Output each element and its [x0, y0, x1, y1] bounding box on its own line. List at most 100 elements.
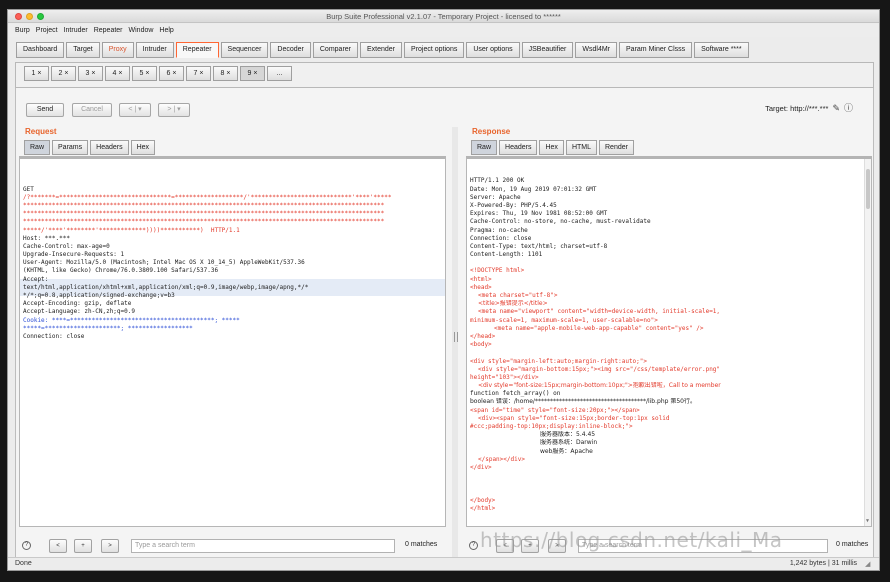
menu-window[interactable]: Window [129, 24, 154, 37]
response-line: <div style="font-size:15px;margin-bottom… [478, 382, 721, 390]
response-line [470, 259, 868, 267]
request-line: Host: ***.*** [23, 234, 70, 242]
repeater-tab-label: 5 [139, 70, 144, 77]
response-heading: Response [472, 127, 511, 136]
response-line: <body> [470, 341, 492, 349]
cancel-button[interactable]: Cancel [72, 103, 112, 117]
repeater-tab-label: 6 [166, 70, 171, 77]
menu-burp[interactable]: Burp [15, 24, 30, 37]
request-text: GET/?*******=***************************… [23, 186, 442, 342]
response-line [470, 472, 868, 480]
response-line: 服务器系统：Darwin [540, 439, 598, 447]
tab-project-options[interactable]: Project options [404, 42, 465, 58]
response-line: web服务：Apache [540, 447, 593, 455]
repeater-tab-7[interactable]: 7 × [186, 66, 211, 81]
response-tab-render[interactable]: Render [599, 140, 634, 155]
request-editor[interactable]: GET/?*******=***************************… [19, 156, 446, 527]
menu-bar: Burp Project Intruder Repeater Window He… [8, 24, 879, 37]
request-line: Accept: [23, 275, 49, 283]
repeater-tab-label: 1 [31, 70, 36, 77]
repeater-tab-8[interactable]: 8 × [213, 66, 238, 81]
response-scrollbar[interactable]: ▼ [864, 159, 871, 526]
repeater-tab-3[interactable]: 3 × [78, 66, 103, 81]
menu-project[interactable]: Project [36, 24, 58, 37]
response-line: <title>报错提示</title> [478, 300, 548, 308]
forward-button[interactable]: > | ▾ [158, 103, 190, 117]
tab-intruder[interactable]: Intruder [135, 42, 174, 58]
response-line: height="103"></div> [470, 373, 539, 381]
tab-sequencer[interactable]: Sequencer [220, 42, 269, 58]
response-view-tabs: Raw Headers Hex HTML Render [466, 140, 872, 155]
response-line: Connection: close [470, 234, 532, 242]
tab-proxy[interactable]: Proxy [101, 42, 134, 58]
help-icon[interactable]: ? [22, 541, 31, 550]
resize-grip-icon[interactable]: ◢ [865, 560, 875, 569]
scrollbar-thumb[interactable] [866, 169, 870, 209]
repeater-tab-5[interactable]: 5 × [132, 66, 157, 81]
tab-user-options[interactable]: User options [466, 42, 520, 58]
tab-repeater[interactable]: Repeater [175, 42, 219, 58]
response-line: Content-Length: 1101 [470, 251, 543, 259]
response-line: <head> [470, 283, 492, 291]
tab-target[interactable]: Target [66, 42, 100, 58]
request-line: Connection: close [23, 332, 85, 340]
request-heading: Request [25, 127, 57, 136]
response-pane: Response Raw Headers Hex HTML Render HTT… [466, 127, 872, 558]
request-tab-hex[interactable]: Hex [130, 140, 156, 155]
help-icon[interactable]: ⓘ [844, 104, 853, 113]
response-tab-raw[interactable]: Raw [471, 140, 498, 155]
tab-extender[interactable]: Extender [360, 42, 403, 58]
send-button[interactable]: Send [26, 103, 64, 117]
response-line [470, 349, 868, 357]
menu-repeater[interactable]: Repeater [94, 24, 123, 37]
request-tab-headers[interactable]: Headers [90, 140, 129, 155]
request-line: User-Agent: Mozilla/5.0 (Macintosh; Inte… [23, 259, 305, 267]
tab-jsbeautifier[interactable]: JSBeautifier [521, 42, 574, 58]
response-tab-html[interactable]: HTML [565, 140, 597, 155]
pane-splitter[interactable] [452, 127, 458, 558]
request-tab-params[interactable]: Params [52, 140, 89, 155]
repeater-tab-2[interactable]: 2 × [51, 66, 76, 81]
tab-param-miner[interactable]: Param Miner Clsss [619, 42, 693, 58]
response-line: <div style="margin-bottom:15px;"><img sr… [478, 365, 721, 373]
search-prev-button[interactable]: < [49, 539, 67, 553]
help-icon[interactable]: ? [469, 541, 478, 550]
response-line: HTTP/1.1 200 OK [470, 177, 525, 185]
repeater-content: Send Cancel < | ▾ > | ▾ Target: http://*… [15, 88, 874, 558]
menu-intruder[interactable]: Intruder [64, 24, 88, 37]
tab-wsdl[interactable]: Wsdl4Mr [575, 42, 618, 58]
scroll-down-icon[interactable]: ▼ [866, 517, 869, 525]
tab-software[interactable]: Software **** [694, 42, 749, 58]
edit-pencil-icon[interactable]: ✎ [832, 104, 840, 113]
request-search-input[interactable]: Type a search term [131, 539, 395, 553]
repeater-tab-9[interactable]: 9 × [240, 66, 265, 81]
request-line: Cache-Control: max-age=0 [23, 242, 110, 250]
burp-window: Burp Suite Professional v2.1.07 - Tempor… [7, 9, 880, 571]
tab-decoder[interactable]: Decoder [270, 42, 311, 58]
tab-comparer[interactable]: Comparer [312, 42, 358, 58]
response-line: <html> [470, 275, 492, 283]
repeater-tab-1[interactable]: 1 × [24, 66, 49, 81]
response-tab-headers[interactable]: Headers [499, 140, 538, 155]
response-line: Content-Type: text/html; charset=utf-8 [470, 242, 608, 250]
tab-dashboard[interactable]: Dashboard [16, 42, 65, 58]
request-tab-raw[interactable]: Raw [24, 140, 51, 155]
response-editor[interactable]: HTTP/1.1 200 OK Date: Mon, 19 Aug 2019 07… [466, 156, 872, 527]
search-add-button[interactable]: + [74, 539, 92, 553]
response-line: function fetch_array() on [470, 390, 561, 398]
back-button[interactable]: < | ▾ [119, 103, 151, 117]
response-line: Date: Mon, 19 Aug 2019 07:01:32 GMT [470, 185, 597, 193]
response-line: <meta name="apple-mobile-web-app-capable… [494, 324, 704, 332]
response-line: boolean 错误：/home/***********************… [470, 398, 696, 406]
response-tab-hex[interactable]: Hex [539, 140, 564, 155]
repeater-tab-4[interactable]: 4 × [105, 66, 130, 81]
response-line: <!DOCTYPE html> [470, 267, 525, 275]
request-line: GET [23, 185, 34, 193]
response-line: Server: Apache [470, 193, 521, 201]
menu-help[interactable]: Help [159, 24, 173, 37]
response-match-count: 0 matches [836, 541, 869, 548]
search-next-button[interactable]: > [101, 539, 119, 553]
repeater-tab-6[interactable]: 6 × [159, 66, 184, 81]
repeater-tab-label: 7 [193, 70, 198, 77]
repeater-tab-new[interactable]: ... [267, 66, 292, 81]
